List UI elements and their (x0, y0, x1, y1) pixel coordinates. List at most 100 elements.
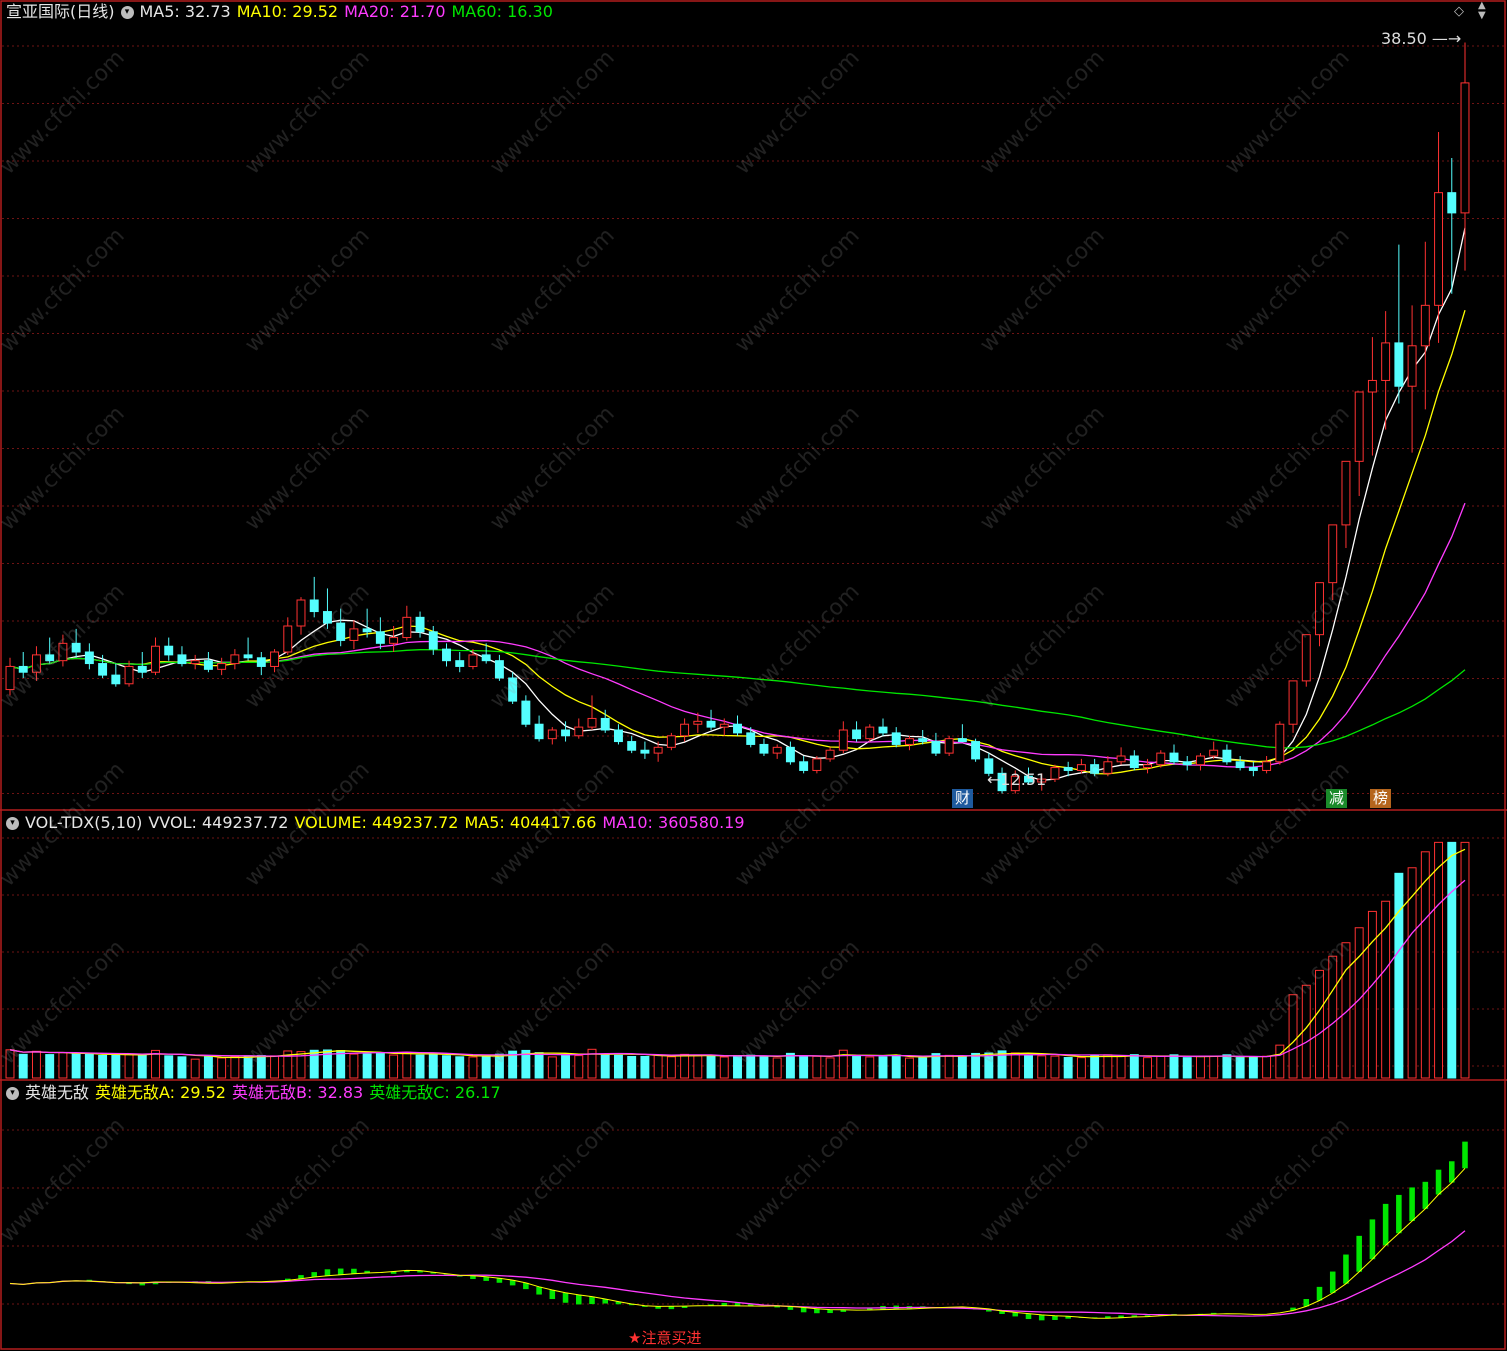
candle (812, 756, 822, 774)
candle-body (1248, 767, 1258, 771)
candle-body (547, 729, 557, 740)
candle-body (190, 660, 200, 665)
candle-body (1182, 761, 1192, 766)
chart-canvas[interactable] (0, 0, 1507, 1351)
volume-bar (217, 1057, 227, 1079)
volume-bar (1394, 872, 1404, 1079)
candle-body (58, 642, 68, 662)
volume-label: VOLUME: 449237.72 (294, 813, 459, 832)
volume-bar (1328, 955, 1338, 1079)
volume-bar (891, 1054, 901, 1079)
candle-body (494, 660, 504, 679)
candle-body (389, 637, 399, 644)
candle (468, 649, 478, 670)
candle (58, 634, 68, 667)
kline-chart-window[interactable]: www.cfchi.com www.cfchi.com www.cfchi.com w… (0, 0, 1507, 1351)
candle (1248, 761, 1258, 777)
candle-body (256, 657, 266, 667)
dropdown-icon[interactable]: ▾ (6, 817, 19, 830)
buy-signal-label: ★注意买进 (628, 1329, 702, 1347)
candle (442, 643, 451, 667)
indicator-lines (9, 1141, 1468, 1321)
candle (1394, 244, 1404, 404)
candle-body (680, 723, 690, 737)
volume-bar (865, 1056, 875, 1079)
candle (309, 576, 319, 618)
volume-bar (1195, 1055, 1205, 1079)
volume-bar (1050, 1055, 1060, 1079)
candle-body (971, 741, 981, 760)
volume-bar (1367, 910, 1377, 1079)
candle (733, 715, 742, 736)
volume-bar (31, 1050, 41, 1079)
candle (971, 738, 981, 762)
volume-bar (1235, 1057, 1245, 1079)
candle (1315, 582, 1324, 647)
dropdown-icon[interactable]: ▾ (6, 1087, 19, 1100)
list-badge[interactable]: 榜 (1370, 789, 1392, 808)
grid-lines (0, 0, 1507, 1350)
candle-body (322, 611, 332, 624)
ma60-label: MA60: 16.30 (451, 2, 553, 21)
volume-bar (1156, 1055, 1166, 1079)
candle-body (1354, 391, 1364, 462)
volume-bar (1420, 851, 1430, 1079)
candle-body (1301, 634, 1311, 682)
candle-body (799, 761, 809, 771)
candle (1235, 756, 1245, 771)
volume-bar (5, 1049, 15, 1079)
scroll-down-icon[interactable]: ▼ (1478, 10, 1486, 21)
candle (18, 652, 28, 678)
candle (574, 718, 584, 739)
volume-bar (1090, 1055, 1100, 1079)
ma10-label: MA10: 29.52 (236, 2, 339, 21)
candle (904, 735, 914, 751)
volume-bar (984, 1052, 994, 1079)
candle-body (733, 723, 742, 734)
indicator-a-label: 英雄无敌A: 29.52 (95, 1083, 226, 1102)
candle-body (1447, 192, 1457, 214)
candle (627, 735, 637, 754)
candle-body (1235, 761, 1245, 769)
volume-bar (428, 1053, 438, 1079)
candle (891, 727, 901, 748)
candle-body (71, 642, 81, 653)
reduce-badge[interactable]: 减 (1326, 789, 1348, 808)
volume-bar (706, 1055, 716, 1079)
candle-body (1195, 755, 1205, 766)
candle-body (1262, 761, 1272, 771)
volume-bar (693, 1055, 703, 1079)
candle (865, 724, 875, 742)
panel-border (0, 0, 1506, 1350)
candle (785, 741, 795, 765)
candle-body (124, 665, 134, 685)
finance-badge[interactable]: 财 (952, 789, 974, 808)
candle-body (375, 631, 385, 644)
candle-body (825, 749, 835, 760)
candle (164, 637, 174, 661)
volume-bar (640, 1055, 650, 1079)
candle-body (1420, 304, 1430, 347)
dropdown-icon[interactable]: ▾ (120, 6, 134, 19)
candle (957, 724, 967, 743)
volume-header: ▾ VOL-TDX(5,10) VVOL: 449237.72 VOLUME: 449… (6, 813, 751, 833)
candle (375, 617, 385, 650)
diamond-icon[interactable]: ◇ (1454, 4, 1464, 19)
volume-bar (825, 1057, 835, 1079)
candle-body (164, 645, 174, 656)
candle-body (574, 726, 584, 737)
volume-bar (243, 1055, 253, 1079)
volume-bar (84, 1054, 94, 1079)
candle (508, 672, 518, 704)
candle-body (1116, 755, 1126, 763)
candle-body (31, 654, 41, 673)
candle-body (1209, 749, 1219, 757)
candle (640, 741, 650, 759)
low-price-label: ←12.51 (987, 770, 1047, 789)
candle-body (931, 741, 941, 754)
candle (1103, 756, 1113, 777)
volume-ma5-line (9, 848, 1466, 1059)
candle (1116, 747, 1126, 765)
candle-body (1328, 524, 1338, 584)
candle (243, 637, 253, 661)
